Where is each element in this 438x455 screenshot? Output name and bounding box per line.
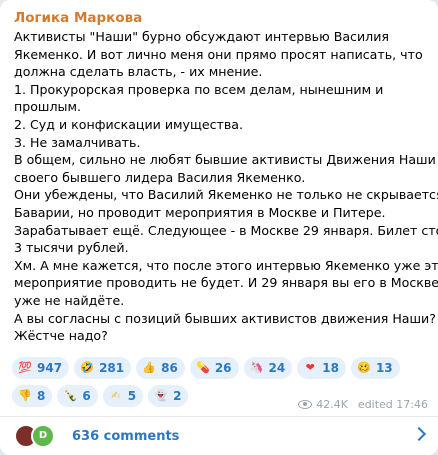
heart-icon: ❤ [305, 361, 315, 374]
text-line: Они убеждены, что Василий Якеменко не то… [14, 187, 438, 203]
message-bubble: Логика Маркова Активисты "Наши" бурно об… [0, 0, 438, 455]
text-line: Жёстче надо? [14, 328, 108, 344]
text-line: Якеменко. И вот лично меня они прямо про… [14, 46, 423, 62]
reaction-count: 24 [268, 361, 286, 375]
pill-icon: 💊 [195, 361, 210, 374]
reaction-unicorn[interactable]: 🦄 24 [243, 357, 293, 379]
reaction-pill[interactable]: 💊 26 [189, 357, 239, 379]
reaction-count: 13 [375, 361, 393, 375]
champagne-icon: 🍾 [63, 389, 78, 402]
text-line: прошлым. [14, 99, 81, 115]
text-line: Хм. А мне кажется, что после этого интер… [14, 257, 438, 273]
reaction-count: 281 [99, 361, 125, 375]
reaction-count: 86 [161, 361, 178, 375]
reaction-thumbs-down[interactable]: 👎 8 [12, 385, 53, 407]
reaction-count: 2 [173, 389, 182, 403]
text-line: мероприятие проводить не будет. И 29 янв… [14, 275, 438, 291]
text-line: Активисты "Наши" бурно обсуждают интервь… [14, 29, 389, 44]
hundred-icon: 💯 [18, 361, 32, 374]
reaction-count: 8 [37, 389, 46, 403]
thumbs-up-icon: 👍 [142, 361, 156, 374]
text-line: 2. Суд и конфискации имущества. [14, 116, 244, 132]
text-line: В общем, сильно не любят бывшие активист… [14, 152, 436, 168]
reaction-count: 18 [322, 361, 339, 375]
text-line: 3 тысячи рублей. [14, 240, 129, 256]
message-text: Активисты "Наши" бурно обсуждают интервь… [14, 28, 438, 345]
text-line: своего бывшего лидера Василия Якеменко. [14, 169, 306, 185]
reaction-count: 947 [37, 361, 63, 375]
text-line: должна сделать власть, - их мнение. [14, 64, 263, 80]
reaction-rofl[interactable]: 🤣 281 [74, 357, 132, 379]
writing-hand-icon: ✍ [111, 389, 121, 402]
commenter-avatars: D [14, 424, 60, 448]
message-meta: 42.4K edited 17:46 [298, 398, 428, 411]
reaction-champagne[interactable]: 🍾 6 [57, 385, 98, 407]
text-line: 1. Прокурорская проверка по всем делам, … [14, 81, 384, 97]
reaction-count: 5 [127, 389, 137, 403]
text-line: уже не найдёте. [14, 292, 125, 308]
chevron-right-icon [411, 426, 427, 442]
comments-button[interactable]: D 636 comments [0, 417, 438, 455]
reaction-woozy-face[interactable]: 🥴 13 [350, 357, 400, 379]
ghost-icon: 👻 [154, 389, 168, 402]
reaction-hundred[interactable]: 💯 947 [12, 357, 70, 379]
eye-icon [298, 400, 313, 409]
reaction-thumbs-up[interactable]: 👍 86 [136, 357, 185, 379]
text-line: Зарабатывает ещё. Следующее - в Москве 2… [14, 222, 438, 238]
text-line: Баварии, но проводит мероприятия в Москв… [14, 204, 386, 220]
comments-label: 636 comments [72, 428, 180, 444]
rofl-icon: 🤣 [80, 361, 94, 374]
reaction-row: 💯 947 🤣 281 👍 86 💊 26 🦄 24 ❤ 18 🥴 13 [12, 357, 432, 379]
reaction-count: 6 [82, 389, 91, 403]
text-line: А вы согласны с позиций бывших активисто… [14, 310, 436, 326]
view-count: 42.4K [316, 398, 348, 411]
unicorn-icon: 🦄 [249, 361, 264, 374]
text-line: 3. Не замалчивать. [14, 134, 141, 150]
reaction-ghost[interactable]: 👻 2 [148, 385, 189, 407]
avatar: D [31, 424, 55, 448]
woozy-face-icon: 🥴 [357, 361, 371, 374]
author-name[interactable]: Логика Маркова [14, 10, 428, 27]
reaction-heart[interactable]: ❤ 18 [297, 357, 346, 379]
reaction-count: 26 [214, 361, 232, 375]
edited-time: edited 17:46 [357, 398, 428, 411]
reaction-writing-hand[interactable]: ✍ 5 [102, 385, 144, 407]
thumbs-down-icon: 👎 [18, 389, 32, 402]
